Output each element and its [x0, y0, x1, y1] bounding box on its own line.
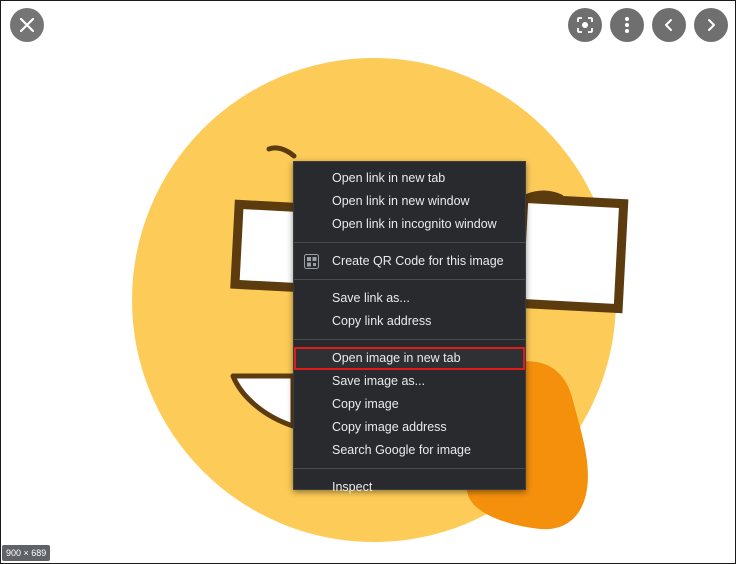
menu-copy-image[interactable]: Copy image	[294, 393, 525, 416]
chevron-right-icon	[708, 19, 715, 31]
menu-create-qr-code-label: Create QR Code for this image	[332, 254, 504, 268]
menu-open-link-new-window[interactable]: Open link in new window	[294, 190, 525, 213]
menu-open-link-incognito[interactable]: Open link in incognito window	[294, 213, 525, 236]
menu-separator	[294, 242, 525, 243]
more-options-button[interactable]	[610, 8, 644, 42]
more-vertical-icon	[625, 17, 629, 33]
next-image-button[interactable]	[694, 8, 728, 42]
image-size-badge: 900 × 689	[2, 545, 51, 561]
menu-inspect[interactable]: Inspect	[294, 476, 525, 499]
menu-separator	[294, 279, 525, 280]
glasses-right	[513, 193, 629, 314]
menu-save-image-as[interactable]: Save image as...	[294, 370, 525, 393]
menu-search-google-for-image[interactable]: Search Google for image	[294, 439, 525, 462]
menu-create-qr-code[interactable]: Create QR Code for this image	[294, 250, 525, 273]
close-icon	[19, 17, 35, 33]
menu-separator	[294, 468, 525, 469]
menu-save-link-as[interactable]: Save link as...	[294, 287, 525, 310]
menu-copy-link-address[interactable]: Copy link address	[294, 310, 525, 333]
lens-icon	[577, 17, 593, 33]
menu-open-link-new-tab[interactable]: Open link in new tab	[294, 167, 525, 190]
menu-separator	[294, 339, 525, 340]
menu-copy-image-address[interactable]: Copy image address	[294, 416, 525, 439]
menu-open-image-new-tab[interactable]: Open image in new tab	[294, 347, 525, 370]
image-viewer: 900 × 689 Open link in new tab Open link…	[0, 0, 736, 564]
qr-code-icon	[304, 254, 319, 269]
context-menu: Open link in new tab Open link in new wi…	[293, 161, 526, 494]
close-button[interactable]	[10, 8, 44, 42]
previous-image-button[interactable]	[652, 8, 686, 42]
chevron-left-icon	[665, 19, 672, 31]
lens-button[interactable]	[568, 8, 602, 42]
